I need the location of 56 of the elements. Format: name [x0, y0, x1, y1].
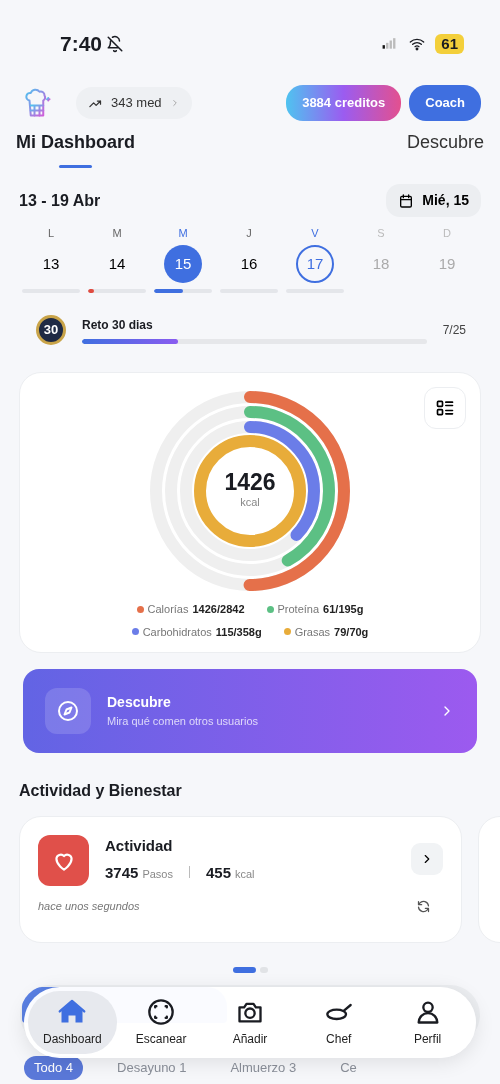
discover-banner[interactable]: Descubre Mira qué comen otros usuarios	[23, 669, 477, 753]
calorie-total: 1426	[223, 471, 277, 494]
challenge-count: 7/25	[442, 322, 466, 339]
section-title: Actividad y Bienestar	[19, 781, 183, 801]
tab[interactable]: Mi Dashboard	[16, 130, 135, 168]
kcal-value: 455	[205, 862, 231, 883]
steps-value: 3745	[105, 862, 139, 883]
legend-value: 115/358g	[215, 624, 262, 640]
meal-filter-chip[interactable]: Todo 4	[24, 1056, 84, 1080]
challenge-badge: 30	[36, 315, 66, 345]
day-number[interactable]: 13	[32, 245, 70, 283]
calendar-icon	[398, 192, 415, 209]
day-letter: M	[111, 226, 123, 241]
day-number[interactable]: 14	[98, 245, 136, 283]
date-button[interactable]: Mié, 15	[386, 184, 481, 217]
day-letter: M	[177, 226, 189, 241]
day-letter: J	[245, 226, 253, 241]
credits-button[interactable]: 3884 creditos	[286, 85, 402, 121]
nav-tab[interactable]: Dashboard	[28, 991, 117, 1054]
day-number[interactable]: 15	[164, 245, 202, 283]
battery-indicator: 61	[435, 34, 464, 54]
scan-frame-icon	[147, 997, 176, 1026]
nav-tab[interactable]: Añadir	[205, 991, 295, 1054]
list-view-icon	[435, 398, 455, 418]
day-letter: L	[46, 226, 56, 241]
legend-label: Proteína	[277, 602, 320, 617]
nav-tab[interactable]: Escanear	[116, 991, 206, 1054]
activity-title: Actividad	[105, 836, 174, 856]
tab[interactable]: Descubre	[406, 130, 484, 168]
legend-value: 79/70g	[334, 624, 369, 640]
legend-label: Grasas	[294, 624, 331, 640]
kcal-unit: kcal	[235, 866, 255, 882]
week-range: 13 - 19 Abr	[19, 190, 101, 211]
muted-bell-icon	[106, 35, 125, 53]
day-letter: D	[442, 226, 452, 241]
list-view-button[interactable]	[424, 387, 466, 429]
compass-icon	[56, 699, 80, 723]
streak-button[interactable]: 343 med	[76, 87, 192, 119]
legend-label: Calorías	[147, 602, 189, 617]
legend-value: 1426/2842	[192, 602, 245, 617]
updated-time: hace unos segundos	[38, 899, 140, 914]
coach-button[interactable]: Coach	[409, 85, 481, 121]
home-icon	[58, 997, 87, 1026]
legend-label: Carbohidratos	[142, 624, 212, 640]
day-letter: S	[376, 226, 386, 241]
refresh-icon[interactable]	[416, 898, 431, 914]
day-number[interactable]: 17	[296, 245, 334, 283]
calorie-unit: kcal	[239, 495, 261, 510]
challenge-title: Reto 30 dias	[82, 317, 154, 334]
nav-tab[interactable]: Perfil	[383, 991, 472, 1054]
status-time: 7:40	[60, 31, 103, 58]
legend-value: 61/195g	[323, 602, 364, 617]
day-number[interactable]: 16	[230, 245, 268, 283]
steps-unit: Pasos	[142, 866, 173, 882]
day-letter: V	[310, 226, 320, 241]
nav-tab[interactable]: Chef	[294, 991, 384, 1054]
